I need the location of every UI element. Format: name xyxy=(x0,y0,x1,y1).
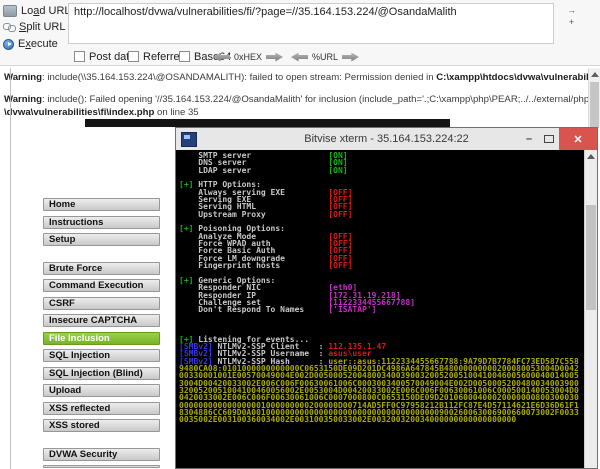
load-url-button[interactable]: Load URL xyxy=(3,4,71,18)
terminal-scrollbar-thumb[interactable] xyxy=(586,205,596,310)
php-warning-line: Warning: include(\\35.164.153.224\@OSAND… xyxy=(4,72,600,83)
post-data-checkbox-input[interactable] xyxy=(74,51,85,62)
terminal-body: SMTP server [ON] DNS server [ON] LDAP se… xyxy=(176,150,597,468)
scroll-up-icon[interactable] xyxy=(591,72,599,77)
browser-scrollbar-thumb[interactable] xyxy=(590,82,599,128)
maximize-icon xyxy=(544,135,554,143)
sidebar-item-clipped[interactable] xyxy=(43,465,160,468)
dvwa-content-strip xyxy=(85,119,450,127)
clipped-toolbar-icon[interactable]: + xyxy=(569,18,574,27)
sidebar-item-brute-force[interactable]: Brute Force xyxy=(43,261,160,275)
dvwa-sidebar: Home Instructions Setup Brute Force Command … xyxy=(43,198,160,468)
sidebar-item-upload[interactable]: Upload xyxy=(43,384,160,397)
url-decode-arrow-icon[interactable] xyxy=(291,52,308,62)
terminal-output: SMTP server [ON] DNS server [ON] LDAP se… xyxy=(179,152,582,424)
terminal-line: LDAP server [ON] xyxy=(179,165,348,175)
sidebar-item-xss-stored[interactable]: XSS stored xyxy=(43,419,160,432)
split-url-icon xyxy=(3,22,16,32)
sidebar-item-instructions[interactable]: Instructions xyxy=(43,215,160,229)
page-left-rule xyxy=(10,68,11,469)
sidebar-item-csrf[interactable]: CSRF xyxy=(43,296,160,310)
sidebar-item-dvwa-security[interactable]: DVWA Security xyxy=(43,447,160,461)
base64-checkbox-input[interactable] xyxy=(179,51,190,62)
clipped-toolbar-icon[interactable]: → xyxy=(567,6,576,15)
url-input[interactable]: http://localhost/dvwa/vulnerabilities/fi… xyxy=(68,3,554,44)
hex-encode-arrow-icon[interactable] xyxy=(266,52,284,62)
execute-label: Execute xyxy=(18,38,58,50)
terminal-line: Don't Respond To Names ['ISATAP'] xyxy=(179,305,377,315)
sidebar-item-sql-injection[interactable]: SQL Injection xyxy=(43,349,160,362)
php-warning-line: Warning: include(): Failed opening '//35… xyxy=(4,94,600,105)
bitvise-xterm-window: Bitvise xterm - 35.164.153.224:22 – ✕ SM… xyxy=(175,127,598,469)
window-controls: – ✕ xyxy=(519,128,597,150)
minimize-button[interactable]: – xyxy=(519,128,539,150)
php-warning-line: \dvwa\vulnerabilities\fi\index.php on li… xyxy=(4,107,199,118)
execute-button[interactable]: Execute xyxy=(3,37,58,51)
hackbar-toolbar: Load URL Split URL Execute http://localh… xyxy=(0,0,600,66)
terminal-line: Fingerprint hosts [OFF] xyxy=(179,261,353,271)
load-url-label: Load URL xyxy=(21,5,71,17)
terminal-scroll-up-icon[interactable] xyxy=(587,154,595,159)
terminal-titlebar[interactable]: Bitvise xterm - 35.164.153.224:22 – ✕ xyxy=(176,128,597,150)
terminal-scrollbar[interactable] xyxy=(584,150,597,468)
load-url-icon xyxy=(3,5,17,17)
execute-icon xyxy=(3,38,14,50)
split-url-label: Split URL xyxy=(19,21,66,33)
browser-scrollbar[interactable] xyxy=(588,68,600,128)
sidebar-item-xss-reflected[interactable]: XSS reflected xyxy=(43,401,160,415)
sidebar-item-sql-injection-blind-[interactable]: SQL Injection (Blind) xyxy=(43,366,160,380)
post-data-checkbox[interactable]: Post data xyxy=(74,50,135,63)
php-warnings: Warning: include(\\35.164.153.224\@OSAND… xyxy=(0,68,600,118)
sidebar-item-insecure-captcha[interactable]: Insecure CAPTCHA xyxy=(43,314,160,327)
hex-decode-arrow-icon[interactable] xyxy=(213,52,230,62)
sidebar-item-home[interactable]: Home xyxy=(43,198,160,211)
close-button[interactable]: ✕ xyxy=(559,128,597,150)
referrer-checkbox-input[interactable] xyxy=(128,51,139,62)
referrer-checkbox[interactable]: Referrer xyxy=(128,50,183,63)
maximize-button[interactable] xyxy=(539,128,559,150)
sidebar-item-file-inclusion[interactable]: File Inclusion xyxy=(43,331,160,345)
terminal-line: [SMBv2] NTLMv2-SSP Hash : user::asus:112… xyxy=(179,356,579,425)
hex-label: 0xHEX xyxy=(234,52,263,62)
referrer-label: Referrer xyxy=(143,50,184,63)
terminal-line: Upstream Proxy [OFF] xyxy=(179,209,353,219)
url-encode-label: %URL xyxy=(312,52,339,62)
sidebar-item-command-execution[interactable]: Command Execution xyxy=(43,279,160,292)
url-encoder-group: %URL xyxy=(291,51,360,63)
sidebar-item-setup[interactable]: Setup xyxy=(43,233,160,246)
split-url-button[interactable]: Split URL xyxy=(3,20,65,34)
url-encode-arrow-icon[interactable] xyxy=(342,52,360,62)
hex-encoder-group: 0xHEX xyxy=(213,51,284,63)
